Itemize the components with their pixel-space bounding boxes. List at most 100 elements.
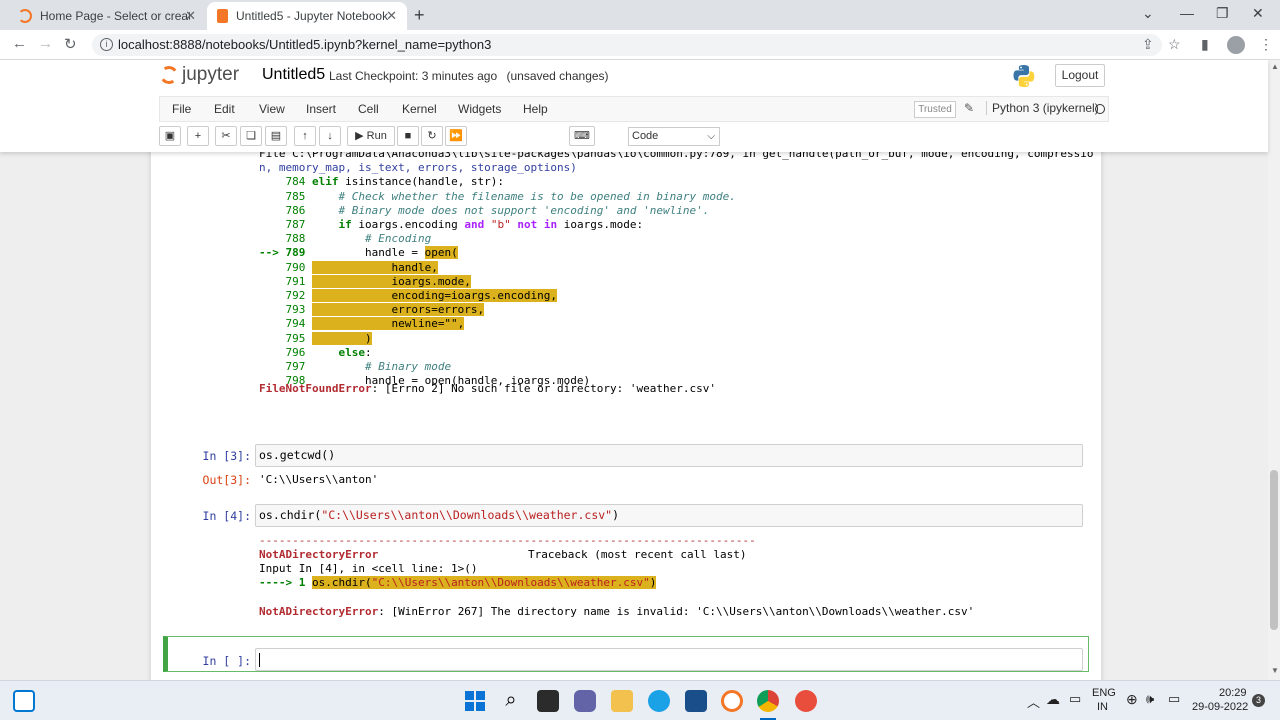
store-icon[interactable] bbox=[685, 690, 707, 712]
notification-badge[interactable]: 3 bbox=[1252, 694, 1265, 707]
menu-kernel[interactable]: Kernel bbox=[402, 102, 437, 116]
maximize-icon[interactable]: ❐ bbox=[1216, 5, 1229, 22]
language-indicator[interactable]: ENG bbox=[1092, 687, 1116, 699]
tray-overflow-icon[interactable]: ︿ bbox=[1027, 692, 1040, 711]
cell-prompt-in3: In [3]: bbox=[202, 449, 251, 463]
paste-icon[interactable]: ▤ bbox=[265, 126, 287, 146]
close-icon[interactable]: ✕ bbox=[386, 8, 397, 24]
reload-icon[interactable]: ↻ bbox=[64, 35, 77, 53]
traceback-input-line: Input In [4], in <cell line: 1>() bbox=[259, 562, 478, 575]
tab-untitled5[interactable]: Untitled5 - Jupyter Notebook ✕ bbox=[207, 2, 407, 30]
scrollbar-thumb[interactable] bbox=[1270, 470, 1278, 630]
play-icon: ▶ bbox=[355, 130, 364, 142]
forward-icon[interactable]: → bbox=[38, 35, 53, 52]
restart-run-all-icon[interactable]: ⏩ bbox=[445, 126, 467, 146]
restart-icon[interactable]: ↻ bbox=[421, 126, 443, 146]
network-icon[interactable]: ⊕ bbox=[1126, 691, 1138, 708]
error-message-2: NotADirectoryError: [WinError 267] The d… bbox=[259, 605, 975, 618]
jupyter-logo[interactable]: jupyter bbox=[158, 64, 240, 86]
battery-icon[interactable]: ▭ bbox=[1168, 691, 1180, 707]
traceback-arrow-line: ----> 1 os.chdir("C:\\Users\\anton\\Down… bbox=[259, 576, 657, 589]
close-icon[interactable]: ✕ bbox=[185, 8, 196, 24]
clock-date[interactable]: 29-09-2022 bbox=[1192, 701, 1248, 713]
checkpoint-time: 3 minutes ago bbox=[421, 69, 498, 83]
notebook-toolbar: ▣ + ✂ ❏ ▤ ↑ ↓ ▶ Run ■ ↻ ⏩ Code ⌵ ⌨ bbox=[159, 126, 1109, 148]
kernel-status-icon bbox=[1095, 104, 1105, 114]
error-message-1: FileNotFoundError: [Errno 2] No such fil… bbox=[259, 382, 716, 395]
notebook-favicon-icon bbox=[217, 9, 228, 23]
file-explorer-icon[interactable] bbox=[611, 690, 633, 712]
profile-avatar[interactable] bbox=[1227, 36, 1245, 54]
insert-cell-icon[interactable]: + bbox=[187, 126, 209, 146]
search-icon[interactable]: ⌕ bbox=[500, 690, 522, 712]
bookmark-star-icon[interactable]: ☆ bbox=[1168, 36, 1181, 53]
jupyter-logo-icon bbox=[158, 64, 180, 86]
side-panel-icon[interactable]: ▮ bbox=[1201, 36, 1209, 53]
trusted-badge[interactable]: Trusted bbox=[914, 101, 956, 118]
move-up-icon[interactable]: ↑ bbox=[294, 126, 316, 146]
notebook-name[interactable]: Untitled5 bbox=[262, 66, 325, 84]
tab-search-icon[interactable]: ⌄ bbox=[1142, 5, 1154, 22]
site-info-icon[interactable]: i bbox=[100, 38, 113, 51]
edit-pencil-icon[interactable]: ✎ bbox=[964, 101, 974, 115]
menu-file[interactable]: File bbox=[172, 102, 191, 116]
jupyter-app-icon[interactable] bbox=[721, 690, 743, 712]
page-scrollbar[interactable]: ▲ ▼ bbox=[1268, 60, 1280, 680]
run-button[interactable]: ▶ Run bbox=[347, 126, 395, 146]
more-menu-icon[interactable]: ⋮ bbox=[1259, 36, 1273, 53]
traceback-dashes: ----------------------------------------… bbox=[259, 534, 756, 547]
cell-type-select[interactable]: Code ⌵ bbox=[628, 127, 720, 146]
address-bar-row: ← → ↻ i localhost:8888/notebooks/Untitle… bbox=[0, 30, 1280, 60]
task-view-icon[interactable] bbox=[537, 690, 559, 712]
tab-title: Untitled5 - Jupyter Notebook bbox=[236, 9, 389, 23]
edge-browser-icon[interactable] bbox=[648, 690, 670, 712]
url-field[interactable]: i localhost:8888/notebooks/Untitled5.ipy… bbox=[92, 34, 1162, 56]
cell-output-out3: 'C:\\Users\\anton' bbox=[259, 473, 379, 486]
windows-start-icon[interactable] bbox=[464, 690, 486, 712]
jupyter-header: jupyter Untitled5 Last Checkpoint: 3 min… bbox=[0, 60, 1268, 152]
save-icon[interactable]: ▣ bbox=[159, 126, 181, 146]
share-icon[interactable]: ⇪ bbox=[1142, 36, 1154, 53]
menu-insert[interactable]: Insert bbox=[306, 102, 336, 116]
empty-code-input[interactable] bbox=[255, 648, 1083, 671]
window-close-icon[interactable]: ✕ bbox=[1252, 5, 1264, 22]
clock-time[interactable]: 20:29 bbox=[1219, 687, 1247, 699]
cell-type-value: Code bbox=[632, 130, 659, 142]
tab-home-page[interactable]: Home Page - Select or create a n ✕ bbox=[8, 2, 206, 30]
volume-icon[interactable]: 🕪 bbox=[1146, 691, 1154, 707]
menu-edit[interactable]: Edit bbox=[214, 102, 235, 116]
recorder-app-icon[interactable] bbox=[795, 690, 817, 712]
menu-help[interactable]: Help bbox=[523, 102, 548, 116]
cell-prompt-out3: Out[3]: bbox=[202, 473, 251, 487]
notebook-page: File C:\ProgramData\Anaconda3\lib\site-p… bbox=[151, 152, 1101, 680]
scroll-up-icon[interactable]: ▲ bbox=[1271, 62, 1279, 71]
menu-cell[interactable]: Cell bbox=[358, 102, 379, 116]
code-cell-in3[interactable]: os.getcwd() bbox=[255, 444, 1083, 467]
jupyter-logo-text: jupyter bbox=[182, 64, 240, 85]
new-tab-icon[interactable]: + bbox=[414, 5, 425, 26]
menu-widgets[interactable]: Widgets bbox=[458, 102, 501, 116]
scroll-down-icon[interactable]: ▼ bbox=[1271, 666, 1279, 675]
kernel-name[interactable]: Python 3 (ipykernel) bbox=[986, 101, 1099, 115]
logout-button[interactable]: Logout bbox=[1055, 64, 1105, 87]
chrome-icon[interactable] bbox=[757, 690, 779, 712]
back-icon[interactable]: ← bbox=[12, 35, 27, 52]
copy-icon[interactable]: ❏ bbox=[240, 126, 262, 146]
menu-view[interactable]: View bbox=[259, 102, 285, 116]
onedrive-icon[interactable]: ☁ bbox=[1046, 691, 1060, 708]
command-palette-icon[interactable]: ⌨ bbox=[569, 126, 595, 146]
cut-icon[interactable]: ✂ bbox=[215, 126, 237, 146]
device-icon[interactable]: ▭ bbox=[1069, 691, 1081, 707]
traceback-code-lines: 784 elif isinstance(handle, str): 785 # … bbox=[259, 175, 736, 388]
cell-prompt-empty: In [ ]: bbox=[202, 654, 251, 668]
minimize-icon[interactable]: — bbox=[1180, 5, 1194, 21]
stop-icon[interactable]: ■ bbox=[397, 126, 419, 146]
browser-tab-bar: Home Page - Select or create a n ✕ Untit… bbox=[0, 0, 1280, 30]
code-cell-in4[interactable]: os.chdir("C:\\Users\\anton\\Downloads\\w… bbox=[255, 504, 1083, 527]
teams-chat-icon[interactable] bbox=[574, 690, 596, 712]
widgets-icon[interactable] bbox=[13, 690, 35, 712]
python-logo-icon bbox=[1013, 65, 1035, 87]
region-indicator: IN bbox=[1097, 701, 1108, 713]
jupyter-favicon-icon bbox=[18, 9, 32, 23]
move-down-icon[interactable]: ↓ bbox=[319, 126, 341, 146]
